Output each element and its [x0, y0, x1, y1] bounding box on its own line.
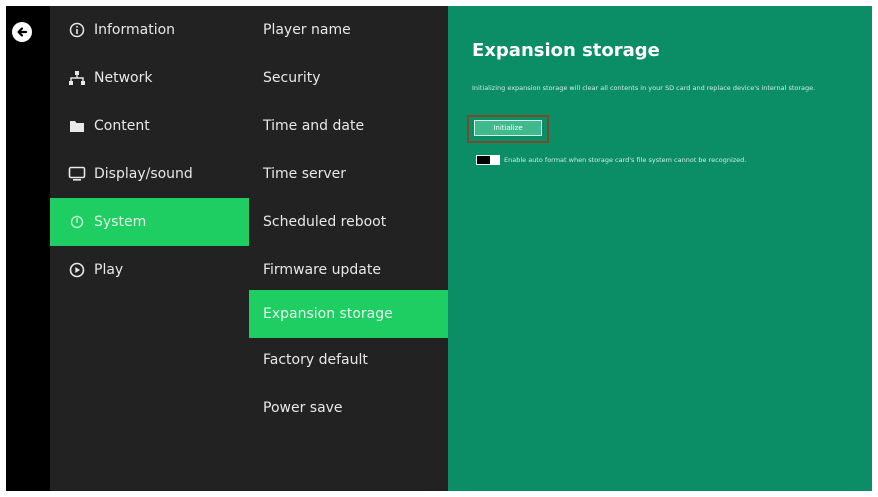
folder-icon: [68, 117, 86, 135]
description-text: Initializing expansion storage will clea…: [472, 84, 816, 92]
menu-item-network[interactable]: Network: [50, 54, 249, 102]
menu-item-label: System: [94, 214, 147, 230]
menu-item-label: Information: [94, 22, 176, 38]
network-icon: [68, 69, 86, 87]
left-rail: [6, 6, 50, 491]
submenu-item-scheduled-reboot[interactable]: Scheduled reboot: [249, 198, 448, 246]
menu-item-system[interactable]: System: [50, 198, 249, 246]
submenu-item-security[interactable]: Security: [249, 54, 448, 102]
submenu-item-label: Power save: [263, 400, 343, 416]
main-menu: Information Network Content Display/soun…: [50, 6, 249, 491]
menu-item-label: Play: [94, 262, 124, 278]
menu-item-display-sound[interactable]: Display/sound: [50, 150, 249, 198]
back-arrow-circle-icon: [15, 25, 29, 39]
submenu-item-factory-default[interactable]: Factory default: [249, 336, 448, 384]
submenu-item-label: Time and date: [263, 118, 365, 134]
submenu-item-label: Scheduled reboot: [263, 214, 387, 230]
monitor-icon: [68, 165, 86, 183]
submenu-item-label: Expansion storage: [263, 306, 393, 322]
info-icon: [68, 21, 86, 39]
menu-item-label: Network: [94, 70, 153, 86]
submenu-item-firmware-update[interactable]: Firmware update: [249, 246, 448, 294]
player-settings-screen: Information Network Content Display/soun…: [6, 6, 872, 491]
submenu-item-player-name[interactable]: Player name: [249, 6, 448, 54]
system-submenu: Player name Security Time and date Time …: [249, 6, 448, 491]
initialize-button[interactable]: Initialize: [474, 120, 542, 136]
submenu-item-expansion-storage[interactable]: Expansion storage: [249, 290, 448, 338]
auto-format-toggle-label: Enable auto format when storage card's f…: [504, 156, 747, 164]
system-icon: [68, 213, 86, 231]
menu-item-label: Display/sound: [94, 166, 193, 182]
menu-item-content[interactable]: Content: [50, 102, 249, 150]
toggle-knob: [477, 156, 490, 164]
submenu-item-label: Player name: [263, 22, 351, 38]
submenu-item-label: Time server: [263, 166, 347, 182]
submenu-item-power-save[interactable]: Power save: [249, 384, 448, 432]
back-button[interactable]: [12, 22, 32, 42]
page-title: Expansion storage: [472, 40, 660, 61]
auto-format-toggle[interactable]: [476, 155, 500, 165]
play-circle-icon: [68, 261, 86, 279]
submenu-item-label: Firmware update: [263, 262, 381, 278]
submenu-item-label: Factory default: [263, 352, 368, 368]
submenu-item-time-and-date[interactable]: Time and date: [249, 102, 448, 150]
menu-item-play[interactable]: Play: [50, 246, 249, 294]
menu-item-label: Content: [94, 118, 150, 134]
expansion-storage-panel: Expansion storage Initializing expansion…: [448, 6, 872, 491]
menu-item-information[interactable]: Information: [50, 6, 249, 54]
submenu-item-time-server[interactable]: Time server: [249, 150, 448, 198]
submenu-item-label: Security: [263, 70, 321, 86]
